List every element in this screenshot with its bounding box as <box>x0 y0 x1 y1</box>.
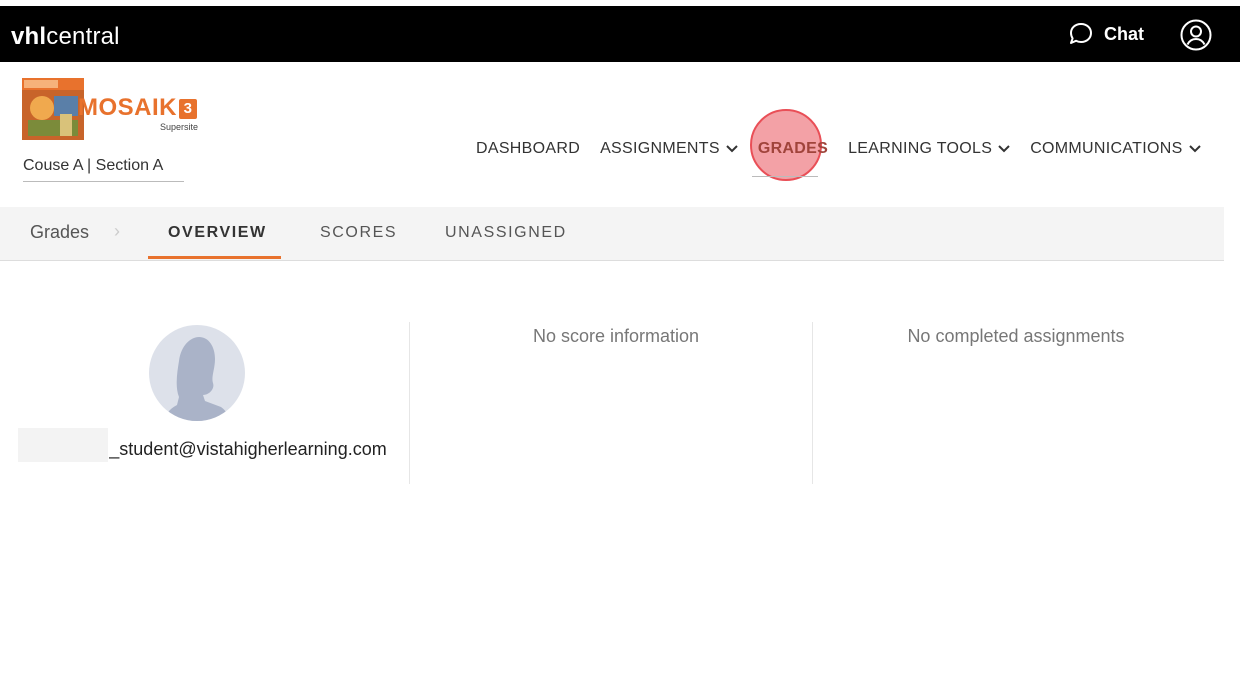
mosaik-book-cover-logo <box>22 78 84 140</box>
mosaik-wordmark: MOSAIK 3 <box>78 94 197 122</box>
nav-assignments[interactable]: ASSIGNMENTS <box>600 140 738 158</box>
main-nav: DASHBOARD ASSIGNMENTS GRADES LEARNING TO… <box>476 138 1221 160</box>
chevron-down-icon <box>1188 142 1201 156</box>
chat-label: Chat <box>1104 23 1144 44</box>
redacted-name <box>18 428 108 462</box>
no-score-message: No score information <box>532 326 700 346</box>
tab-unassigned[interactable]: UNASSIGNED <box>445 224 567 242</box>
nav-learning-tools[interactable]: LEARNING TOOLS <box>848 140 1010 158</box>
chat-bubble-icon <box>1070 23 1092 44</box>
tab-scores[interactable]: SCORES <box>320 224 397 242</box>
breadcrumb-grades[interactable]: Grades <box>30 222 89 243</box>
supersite-label: Supersite <box>160 122 199 132</box>
nav-grades[interactable]: GRADES <box>758 140 828 158</box>
grades-subnav: Grades › OVERVIEW SCORES UNASSIGNED <box>0 207 1224 261</box>
chevron-down-icon <box>726 142 738 156</box>
person-silhouette-icon <box>165 337 229 421</box>
vhlcentral-logo[interactable]: vhlcentral <box>11 23 120 51</box>
student-avatar <box>149 325 245 421</box>
no-assignments-message: No completed assignments <box>907 326 1125 346</box>
nav-grades-underline <box>752 176 818 177</box>
tab-overview[interactable]: OVERVIEW <box>168 224 267 242</box>
student-email: _student@vistahigherlearning.com <box>109 439 387 459</box>
nav-communications[interactable]: COMMUNICATIONS <box>1030 140 1201 158</box>
user-circle-icon <box>1180 19 1212 51</box>
top-bar: vhlcentral Chat <box>0 6 1240 62</box>
nav-dashboard[interactable]: DASHBOARD <box>476 140 580 158</box>
breadcrumb-chevron-icon: › <box>114 221 120 241</box>
chat-button[interactable]: Chat <box>1068 21 1144 47</box>
user-account-button[interactable] <box>1180 19 1212 51</box>
course-section-select[interactable]: Couse A | Section A <box>23 157 184 182</box>
active-tab-underline <box>148 256 281 259</box>
column-divider <box>409 322 410 484</box>
chevron-down-icon <box>998 142 1010 156</box>
column-divider <box>812 322 813 484</box>
